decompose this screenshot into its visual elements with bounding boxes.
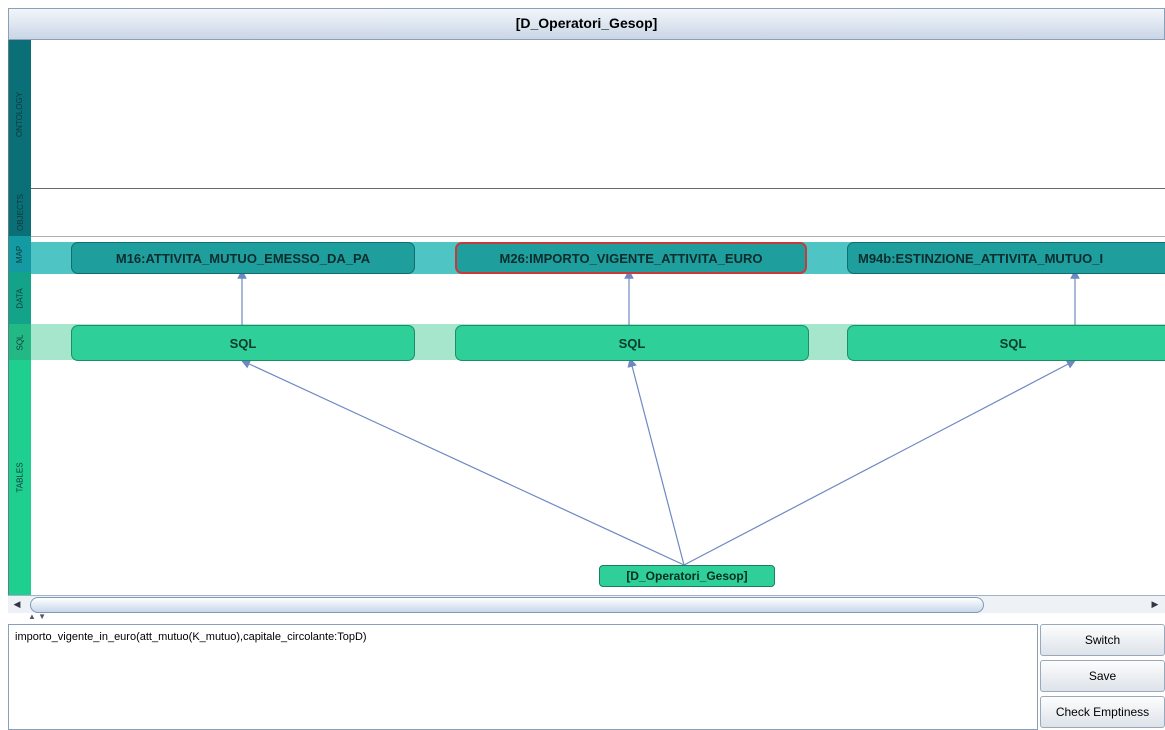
- title-bar: [D_Operatori_Gesop]: [8, 8, 1165, 40]
- scroll-right-arrow-icon[interactable]: ▶: [1148, 597, 1162, 611]
- sql-node-3-label: SQL: [999, 335, 1027, 351]
- query-text: importo_vigente_in_euro(att_mutuo(K_mutu…: [15, 631, 367, 643]
- sql-node-3[interactable]: SQL: [847, 325, 1165, 361]
- splitter-arrows-icon[interactable]: ▲ ▼: [28, 612, 46, 621]
- switch-button[interactable]: Switch: [1040, 624, 1165, 656]
- sql-node-2[interactable]: SQL: [455, 325, 809, 361]
- split-divider[interactable]: ▲ ▼: [8, 612, 1165, 623]
- edge-table-sql1: [240, 359, 685, 566]
- horizontal-scrollbar[interactable]: ◀ ▶: [8, 595, 1165, 614]
- sql-node-2-label: SQL: [618, 335, 646, 351]
- connector-layer: [237, 269, 1080, 566]
- scrollbar-thumb[interactable]: [30, 597, 984, 613]
- save-button[interactable]: Save: [1040, 660, 1165, 692]
- edge-table-sql3: [683, 359, 1077, 566]
- diagram-canvas[interactable]: ONTOLOGY OBJECTS MAP DATA SQL TABLES M16…: [8, 40, 1165, 595]
- map-node-m26-label: M26:IMPORTO_VIGENTE_ATTIVITA_EURO: [499, 250, 763, 266]
- table-node[interactable]: [D_Operatori_Gesop]: [599, 565, 775, 587]
- app-window: [D_Operatori_Gesop] ONTOLOGY OBJECTS MAP…: [8, 8, 1165, 730]
- map-node-m94b-label: M94b:ESTINZIONE_ATTIVITA_MUTUO_I: [858, 250, 1104, 266]
- sql-node-1[interactable]: SQL: [71, 325, 415, 361]
- table-node-label: [D_Operatori_Gesop]: [626, 569, 748, 583]
- query-text-area[interactable]: importo_vigente_in_euro(att_mutuo(K_mutu…: [8, 624, 1038, 730]
- map-node-m16[interactable]: M16:ATTIVITA_MUTUO_EMESSO_DA_PA: [71, 242, 415, 274]
- map-node-m26[interactable]: M26:IMPORTO_VIGENTE_ATTIVITA_EURO: [455, 242, 807, 274]
- sql-node-1-label: SQL: [229, 335, 257, 351]
- map-node-m16-label: M16:ATTIVITA_MUTUO_EMESSO_DA_PA: [115, 250, 371, 266]
- scroll-left-arrow-icon[interactable]: ◀: [10, 597, 24, 611]
- check-emptiness-button[interactable]: Check Emptiness: [1040, 696, 1165, 728]
- map-node-m94b[interactable]: M94b:ESTINZIONE_ATTIVITA_MUTUO_I: [847, 242, 1165, 274]
- edge-table-sql2: [627, 357, 685, 566]
- window-title: [D_Operatori_Gesop]: [515, 15, 658, 31]
